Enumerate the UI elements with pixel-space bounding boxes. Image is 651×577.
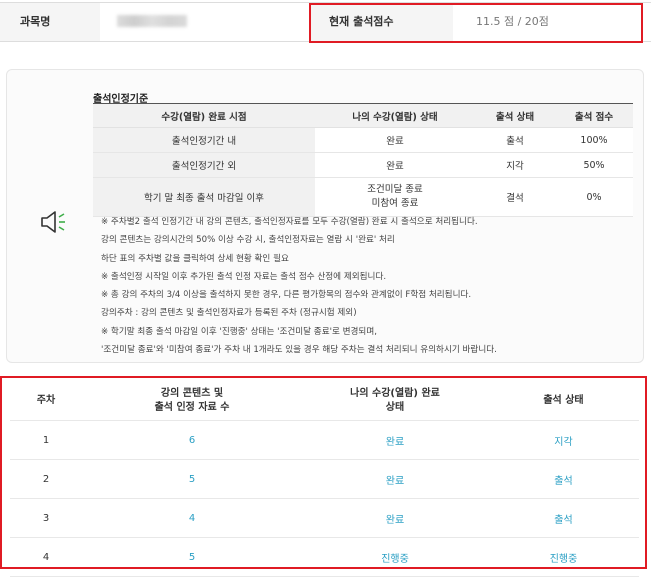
week-content-count-link[interactable]: 6 [82,420,302,460]
speaker-icon [41,211,65,233]
score-highlight-box [309,3,643,43]
criteria-row: 학기 말 최종 출석 마감일 이후 조건미달 종료 미참여 종료 결석 0% [93,177,633,217]
weeks-header-line: 강의 콘텐츠 및 [160,388,224,399]
criteria-note: 강의주차 : 강의 콘텐츠 및 출석인정자료가 등록된 주차 (정규시험 제외) [101,308,357,319]
criteria-header-row: 수강(열람) 완료 시점 나의 수강(열람) 상태 출석 상태 출석 점수 [93,104,633,128]
criteria-status: 완료 [315,152,475,178]
table-row: 2 5 완료 출석 [10,459,639,499]
criteria-status-line: 조건미달 종료 [367,184,423,195]
weeks-header-content: 강의 콘텐츠 및 출석 인정 자료 수 [82,382,302,421]
criteria-note: 하단 표의 주차별 값을 클릭하여 상세 현황 확인 필요 [101,253,289,264]
criteria-note: 강의 콘텐츠는 강의시간의 50% 이상 수강 시, 출석인정자료는 열람 시 … [101,235,395,246]
criteria-row: 출석인정기간 내 완료 출석 100% [93,127,633,153]
criteria-status: 완료 [315,127,475,153]
weeks-header-status: 나의 수강(열람) 완료 상태 [302,382,488,421]
week-status-link[interactable]: 완료 [302,498,488,538]
criteria-period: 학기 말 최종 출석 마감일 이후 [93,177,315,217]
criteria-period: 출석인정기간 내 [93,127,315,153]
criteria-status: 조건미달 종료 미참여 종료 [315,177,475,217]
criteria-header: 출석 점수 [555,104,633,128]
week-content-count-link[interactable]: 4 [82,498,302,538]
week-number: 1 [10,420,82,460]
criteria-note: ※ 학기말 최종 출석 마감일 이후 '진행중' 상태는 '조건미달 종료'로 … [101,326,377,337]
table-row: 1 6 완료 지각 [10,420,639,460]
week-status-link[interactable]: 완료 [302,420,488,460]
criteria-attendance: 결석 [475,177,555,217]
weeks-header-row: 주차 강의 콘텐츠 및 출석 인정 자료 수 나의 수강(열람) 완료 상태 출… [10,382,639,421]
weeks-header-attendance: 출석 상태 [488,382,639,421]
weekly-attendance-table: 주차 강의 콘텐츠 및 출석 인정 자료 수 나의 수강(열람) 완료 상태 출… [10,382,639,577]
week-attendance-link[interactable]: 지각 [488,420,639,460]
weeks-header-week: 주차 [10,382,82,421]
criteria-note: ※ 출석인정 시작일 이후 추가된 출석 인정 자료는 출석 점수 산정에 제외… [101,271,387,282]
criteria-score: 100% [555,127,633,153]
criteria-notes: ※ 주차별2 출석 인정기간 내 강의 콘텐츠, 출석인정자료를 모두 수강(열… [101,213,497,359]
week-status-link[interactable]: 완료 [302,459,488,499]
criteria-score: 50% [555,152,633,178]
criteria-status-line: 미참여 종료 [371,198,419,209]
table-row: 3 4 완료 출석 [10,498,639,538]
week-status-link[interactable]: 진행중 [302,537,488,577]
week-attendance-link[interactable]: 출석 [488,498,639,538]
criteria-note: ※ 주차별2 출석 인정기간 내 강의 콘텐츠, 출석인정자료를 모두 수강(열… [101,217,478,227]
attendance-criteria-panel: 출석인정기준 수강(열람) 완료 시점 나의 수강(열람) 상태 출석 상태 출… [6,69,644,363]
week-attendance-link[interactable]: 진행중 [488,537,639,577]
criteria-attendance: 출석 [475,127,555,153]
week-content-count-link[interactable]: 5 [82,459,302,499]
criteria-note: '조건미달 종료'와 '미참여 종료'가 주차 내 1개라도 있을 경우 해당 … [101,345,497,356]
week-number: 3 [10,498,82,538]
criteria-row: 출석인정기간 외 완료 지각 50% [93,152,633,178]
week-number: 2 [10,459,82,499]
week-number: 4 [10,537,82,577]
course-name-label: 과목명 [0,3,100,41]
criteria-header: 나의 수강(열람) 상태 [315,104,475,128]
criteria-period: 출석인정기간 외 [93,152,315,178]
criteria-table: 수강(열람) 완료 시점 나의 수강(열람) 상태 출석 상태 출석 점수 출석… [93,104,633,217]
criteria-attendance: 지각 [475,152,555,178]
weeks-header-line: 출석 인정 자료 수 [154,402,230,413]
table-row: 4 5 진행중 진행중 [10,537,639,577]
criteria-score: 0% [555,177,633,217]
week-content-count-link[interactable]: 5 [82,537,302,577]
criteria-header: 수강(열람) 완료 시점 [93,104,315,128]
criteria-note: ※ 총 강의 주차의 3/4 이상을 출석하지 못한 경우, 다른 평가항목의 … [101,290,472,301]
weekly-attendance-section: 주차 강의 콘텐츠 및 출석 인정 자료 수 나의 수강(열람) 완료 상태 출… [0,376,648,577]
week-attendance-link[interactable]: 출석 [488,459,639,499]
criteria-header: 출석 상태 [475,104,555,128]
weeks-header-line: 나의 수강(열람) 완료 [350,388,440,399]
weeks-header-line: 상태 [385,402,405,413]
course-name-value-redacted [117,15,187,27]
